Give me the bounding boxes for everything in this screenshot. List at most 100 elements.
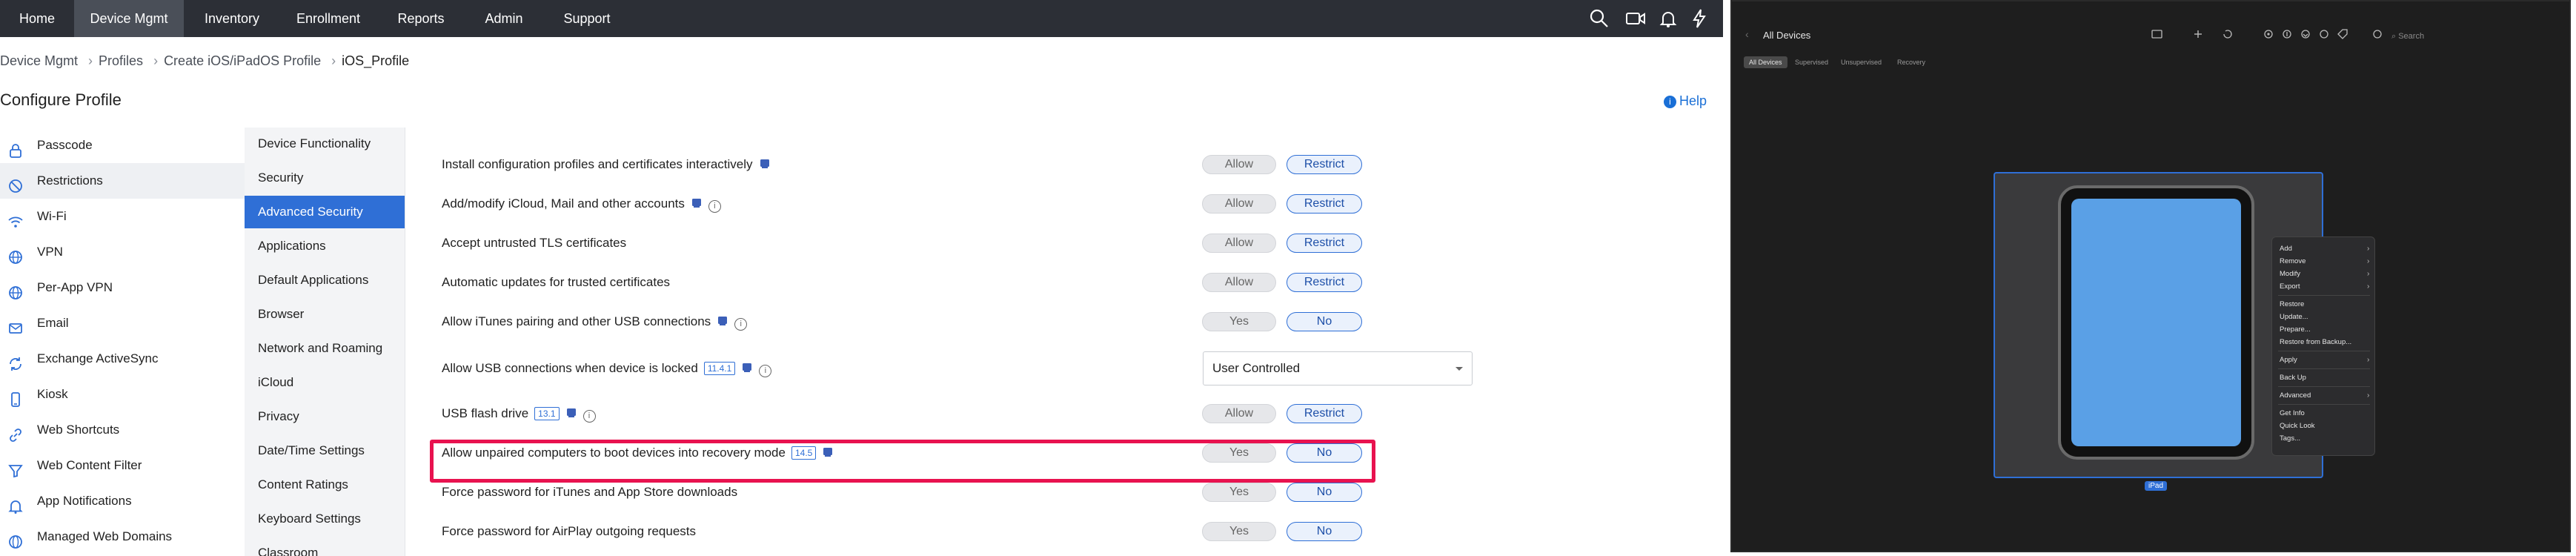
context-menu-item[interactable]: Export bbox=[2280, 282, 2300, 291]
context-menu-item[interactable]: Apply bbox=[2280, 356, 2297, 364]
sidebar-item-web-content-filter[interactable]: Web Content Filter bbox=[0, 448, 245, 483]
subnav-classroom[interactable]: Classroom bbox=[245, 537, 405, 556]
allow-option[interactable]: Allow bbox=[1202, 155, 1276, 174]
context-menu-item[interactable]: Modify bbox=[2280, 270, 2300, 278]
subnav-keyboard-settings[interactable]: Keyboard Settings bbox=[245, 503, 405, 535]
restore-icon[interactable] bbox=[2221, 28, 2234, 40]
allow-option[interactable]: Allow bbox=[1202, 194, 1276, 214]
supervised-device-icon bbox=[717, 315, 728, 327]
allow-option[interactable]: Allow bbox=[1202, 234, 1276, 253]
search-icon[interactable] bbox=[1588, 7, 1610, 30]
breadcrumb-create-profile[interactable]: Create iOS/iPadOS Profile bbox=[164, 53, 321, 68]
allow-option[interactable]: Allow bbox=[1202, 273, 1276, 292]
info-circle-icon[interactable] bbox=[2317, 28, 2331, 40]
breadcrumb-profiles[interactable]: Profiles bbox=[99, 53, 143, 68]
yes-option[interactable]: Yes bbox=[1202, 312, 1276, 331]
tag-icon[interactable] bbox=[2336, 28, 2349, 40]
info-icon[interactable]: i bbox=[734, 318, 748, 331]
sidebar-item-exchange[interactable]: Exchange ActiveSync bbox=[0, 341, 245, 377]
subnav-network-roaming[interactable]: Network and Roaming bbox=[245, 332, 405, 365]
info-icon[interactable]: i bbox=[708, 200, 721, 213]
update-icon[interactable] bbox=[2280, 28, 2294, 40]
chevron-right-icon: › bbox=[2367, 282, 2370, 291]
context-menu-item[interactable]: Prepare... bbox=[2280, 325, 2311, 334]
sidebar-item-web-shortcuts[interactable]: Web Shortcuts bbox=[0, 412, 245, 448]
sidebar-item-passcode[interactable]: Passcode bbox=[0, 128, 245, 163]
context-menu-item[interactable]: Get Info bbox=[2280, 409, 2305, 417]
tab-unsupervised[interactable]: Unsupervised bbox=[1836, 56, 1887, 68]
context-menu-item[interactable]: Tags... bbox=[2280, 434, 2300, 443]
context-menu-item[interactable]: Restore bbox=[2280, 300, 2304, 308]
restrict-option[interactable]: Restrict bbox=[1287, 155, 1362, 174]
no-option[interactable]: No bbox=[1287, 483, 1362, 502]
sidebar-item-vpn[interactable]: VPN bbox=[0, 234, 245, 270]
restrict-option[interactable]: Restrict bbox=[1287, 404, 1362, 423]
nav-inventory[interactable]: Inventory bbox=[184, 0, 280, 37]
sidebar-item-per-app-vpn[interactable]: Per-App VPN bbox=[0, 270, 245, 305]
help-label: Help bbox=[1679, 93, 1707, 108]
restrict-option[interactable]: Restrict bbox=[1287, 194, 1362, 214]
gear-icon[interactable] bbox=[2262, 28, 2275, 40]
context-menu-item[interactable]: Back Up bbox=[2280, 374, 2306, 382]
restrictions-subnav: Device Functionality Security Advanced S… bbox=[245, 128, 405, 556]
bolt-icon[interactable] bbox=[1688, 7, 1710, 30]
supervised-device-icon bbox=[565, 407, 577, 419]
ipad-device[interactable] bbox=[2058, 185, 2254, 460]
supervised-device-icon bbox=[759, 158, 771, 170]
context-menu-item[interactable]: Restore from Backup... bbox=[2280, 338, 2351, 346]
setting-text: Install configuration profiles and certi… bbox=[442, 157, 753, 171]
sidebar-item-managed-web-domains[interactable]: Managed Web Domains bbox=[0, 519, 245, 555]
tab-supervised[interactable]: Supervised bbox=[1790, 56, 1833, 68]
no-option[interactable]: No bbox=[1287, 312, 1362, 331]
help-link[interactable]: i Help bbox=[1664, 93, 1707, 109]
tab-recovery[interactable]: Recovery bbox=[1892, 56, 1931, 68]
bell-icon[interactable] bbox=[1657, 7, 1679, 30]
restrict-option[interactable]: Restrict bbox=[1287, 234, 1362, 253]
help-icon[interactable] bbox=[2371, 28, 2384, 40]
sidebar-item-app-notifications[interactable]: App Notifications bbox=[0, 483, 245, 519]
yes-option[interactable]: Yes bbox=[1202, 522, 1276, 541]
video-icon[interactable] bbox=[1624, 7, 1647, 30]
info-icon[interactable]: i bbox=[582, 410, 596, 423]
download-icon[interactable] bbox=[2299, 28, 2312, 40]
subnav-security[interactable]: Security bbox=[245, 162, 405, 194]
subnav-privacy[interactable]: Privacy bbox=[245, 400, 405, 433]
search-field[interactable]: ⌕ Search bbox=[2391, 28, 2562, 44]
view-toggle-icon[interactable] bbox=[2151, 28, 2165, 40]
sidebar-item-wifi[interactable]: Wi-Fi bbox=[0, 199, 245, 234]
context-menu-item[interactable]: Advanced bbox=[2280, 391, 2311, 400]
context-menu-item[interactable]: Update... bbox=[2280, 313, 2308, 321]
yes-option[interactable]: Yes bbox=[1202, 483, 1276, 502]
subnav-device-functionality[interactable]: Device Functionality bbox=[245, 128, 405, 160]
nav-enrollment[interactable]: Enrollment bbox=[280, 0, 376, 37]
subnav-content-ratings[interactable]: Content Ratings bbox=[245, 469, 405, 501]
nav-device-mgmt[interactable]: Device Mgmt bbox=[74, 0, 184, 37]
breadcrumb-device-mgmt[interactable]: Device Mgmt bbox=[0, 53, 78, 68]
context-menu-item[interactable]: Remove bbox=[2280, 257, 2306, 265]
subnav-default-applications[interactable]: Default Applications bbox=[245, 264, 405, 297]
setting-text: Accept untrusted TLS certificates bbox=[442, 236, 627, 250]
subnav-applications[interactable]: Applications bbox=[245, 230, 405, 262]
sidebar-item-restrictions[interactable]: Restrictions bbox=[0, 163, 245, 199]
nav-support[interactable]: Support bbox=[542, 0, 631, 37]
nav-home[interactable]: Home bbox=[0, 0, 74, 37]
subnav-date-time[interactable]: Date/Time Settings bbox=[245, 434, 405, 467]
context-menu-item[interactable]: Add bbox=[2280, 245, 2292, 253]
restrict-option[interactable]: Restrict bbox=[1287, 273, 1362, 292]
allow-option[interactable]: Allow bbox=[1202, 404, 1276, 423]
info-icon[interactable]: i bbox=[759, 365, 772, 377]
page-title: Configure Profile bbox=[0, 90, 122, 109]
no-option[interactable]: No bbox=[1287, 522, 1362, 541]
add-icon[interactable] bbox=[2191, 28, 2205, 40]
context-menu-item[interactable]: Quick Look bbox=[2280, 422, 2315, 430]
subnav-browser[interactable]: Browser bbox=[245, 298, 405, 331]
tab-all-devices[interactable]: All Devices bbox=[1744, 56, 1787, 68]
sidebar-item-email[interactable]: Email bbox=[0, 305, 245, 341]
subnav-icloud[interactable]: iCloud bbox=[245, 366, 405, 399]
usb-locked-select[interactable]: User Controlled bbox=[1203, 351, 1473, 385]
nav-reports[interactable]: Reports bbox=[376, 0, 465, 37]
nav-admin[interactable]: Admin bbox=[465, 0, 542, 37]
sidebar-item-kiosk[interactable]: Kiosk bbox=[0, 377, 245, 412]
subnav-advanced-security[interactable]: Advanced Security bbox=[245, 196, 405, 228]
chevron-left-icon[interactable]: ‹ bbox=[1745, 28, 1749, 40]
